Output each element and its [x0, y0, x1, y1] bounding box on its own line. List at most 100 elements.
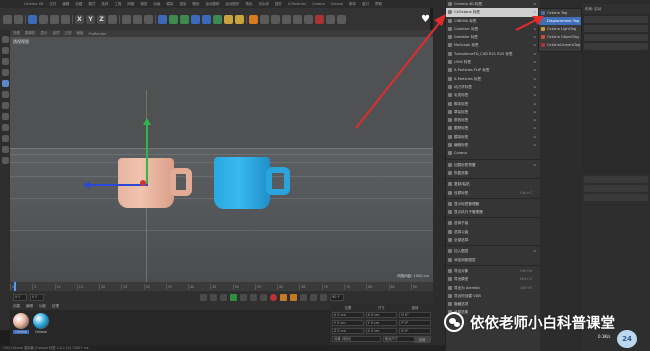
viewport-menu-item[interactable]: 显示: [41, 31, 48, 36]
end-frame-field[interactable]: 90 F: [330, 293, 344, 301]
context-menu-item[interactable]: 复制/粘贴: [446, 180, 540, 188]
material-menu-item[interactable]: 功能: [39, 303, 46, 310]
record-icon[interactable]: [270, 293, 277, 301]
context-menu-item[interactable]: 导出模型 Ctrl+G: [446, 275, 540, 283]
polygons-mode-icon[interactable]: [1, 102, 9, 109]
points-mode-icon[interactable]: [1, 80, 9, 87]
coords-field[interactable]: X 0 cm: [332, 312, 364, 318]
coords-field[interactable]: Y 0 cm: [365, 320, 398, 326]
viewport-menu-item[interactable]: 摄像机: [25, 31, 36, 36]
context-menu-item[interactable]: 动力学标签 ▸: [446, 83, 540, 91]
make-editable-icon[interactable]: [1, 36, 9, 43]
cube-icon[interactable]: [158, 14, 167, 24]
menu-item[interactable]: 流水线: [258, 2, 269, 7]
floor-icon[interactable]: [213, 14, 222, 24]
octane-lights-icon[interactable]: [282, 14, 291, 24]
submenu-item[interactable]: OctaneCameraTag: [539, 41, 581, 49]
coords-mode-select[interactable]: 对象 (相对): [332, 336, 381, 342]
undo-icon[interactable]: [3, 14, 12, 24]
context-menu-item[interactable]: 模拟标签 ▸: [446, 133, 540, 141]
octane-settings-icon[interactable]: [260, 14, 269, 24]
go-to-start-icon[interactable]: [200, 293, 207, 301]
menu-item[interactable]: 角色: [245, 2, 252, 7]
context-menu-item[interactable]: X-Particles FLIP 标签 ▸: [446, 66, 540, 74]
context-menu-item[interactable]: 毛发标签 ▸: [446, 91, 540, 99]
render-settings-icon[interactable]: [144, 14, 153, 24]
material-menu-item[interactable]: 纹理: [52, 303, 59, 310]
x-axis-handle[interactable]: [140, 180, 146, 186]
y-axis-arrow-icon[interactable]: [143, 118, 151, 125]
snap-icon[interactable]: [1, 135, 9, 142]
material-swatch[interactable]: Octane: [33, 313, 49, 334]
menu-item[interactable]: Corona: [312, 2, 324, 6]
viewport-menu-item[interactable]: 面板: [77, 31, 84, 36]
coords-field[interactable]: Y 0 cm: [332, 320, 364, 326]
octane-materials-icon[interactable]: [271, 14, 280, 24]
prev-key-icon[interactable]: [210, 293, 217, 301]
octane-live-viewer-icon[interactable]: [249, 14, 258, 24]
go-to-end-icon[interactable]: [260, 293, 267, 301]
viewport-menu-item[interactable]: ProRender: [89, 32, 107, 36]
submenu-item[interactable]: Displacement Tag: [539, 17, 581, 25]
menu-item[interactable]: 捕捉: [140, 2, 147, 7]
object-row[interactable]: [584, 34, 648, 41]
context-menu-item[interactable]: UVW 标签 ▸: [446, 58, 540, 66]
locked-workplane-icon[interactable]: [1, 146, 9, 153]
coords-field[interactable]: Z 0 cm: [332, 328, 364, 334]
camera-icon[interactable]: [224, 14, 233, 24]
coords-field[interactable]: Z 0 cm: [365, 328, 398, 334]
context-menu-item[interactable]: 跟踪标签 ▸: [446, 124, 540, 132]
menu-item[interactable]: 编辑: [62, 2, 69, 7]
coords-field[interactable]: B 0°: [399, 328, 432, 334]
context-menu-item[interactable]: 脚本标签 ▸: [446, 100, 540, 108]
render-picture-viewer-icon[interactable]: [133, 14, 142, 24]
array-icon[interactable]: [191, 14, 200, 24]
current-frame-field[interactable]: 0 F: [13, 293, 27, 301]
solo-mode-icon[interactable]: [1, 157, 9, 164]
menu-item[interactable]: 运动图形: [225, 2, 239, 7]
menu-item[interactable]: Cinema 4D: [24, 2, 43, 6]
render-view-icon[interactable]: [122, 14, 131, 24]
menu-item[interactable]: 雕刻: [192, 2, 199, 7]
next-key-icon[interactable]: [250, 293, 257, 301]
context-menu-item[interactable]: 选择父级: [446, 228, 540, 236]
menu-item[interactable]: 创建: [75, 2, 82, 7]
y-axis-handle[interactable]: [146, 122, 148, 184]
model-mode-icon[interactable]: [1, 47, 9, 54]
coords-field[interactable]: H 0°: [399, 312, 432, 318]
edges-mode-icon[interactable]: [1, 91, 9, 98]
context-menu-item[interactable]: 草绘标签 ▸: [446, 108, 540, 116]
context-menu-item[interactable]: Cinema 4D 标签 ▸: [446, 0, 540, 8]
material-swatch[interactable]: Octane: [13, 313, 29, 334]
menu-item[interactable]: 模拟: [166, 2, 173, 7]
prev-frame-icon[interactable]: [220, 293, 227, 301]
timeline-ruler[interactable]: 051015202530354045505560657075808590: [10, 282, 433, 291]
octane-camera-icon[interactable]: [304, 14, 313, 24]
menu-item[interactable]: 帮助: [375, 2, 382, 7]
context-menu-item[interactable]: 加入图层 ▸: [446, 247, 540, 255]
context-menu-item[interactable]: C4Octane 标签 ▸: [446, 8, 540, 17]
axis-mode-icon[interactable]: [1, 113, 9, 120]
autokey-icon[interactable]: [280, 293, 287, 301]
context-menu-item[interactable]: 恢复选集: [446, 169, 540, 177]
menu-item[interactable]: 文件: [49, 2, 56, 7]
pen-spline-icon[interactable]: [169, 14, 178, 24]
redo-icon[interactable]: [14, 14, 23, 24]
menu-item[interactable]: X-Particles: [288, 2, 306, 6]
context-menu-item[interactable]: Coloriser 标签 ▸: [446, 25, 540, 33]
object-manager[interactable]: [582, 14, 650, 174]
submenu-item[interactable]: Octane ObjectTag: [539, 33, 581, 41]
coordinate-system-icon[interactable]: [108, 14, 117, 24]
context-menu-item[interactable]: 还原标签 Ctrl+C: [446, 189, 540, 197]
y-axis-lock-icon[interactable]: Y: [86, 14, 95, 24]
attribute-row[interactable]: [584, 185, 648, 192]
menu-item[interactable]: 运动跟踪: [205, 2, 219, 7]
z-axis-arrow-icon[interactable]: [83, 181, 90, 189]
context-menu-item[interactable]: 选择子级: [446, 219, 540, 227]
context-menu-item[interactable]: Greebler 标签 ▸: [446, 33, 540, 41]
viewport-menu-item[interactable]: 选项: [53, 31, 60, 36]
context-menu-item[interactable]: MoGraph 标签 ▸: [446, 41, 540, 49]
workplane-icon[interactable]: [1, 69, 9, 76]
context-menu-item[interactable]: CINEMA 标签 ▸: [446, 17, 540, 25]
coords-field[interactable]: P 0°: [399, 320, 432, 326]
